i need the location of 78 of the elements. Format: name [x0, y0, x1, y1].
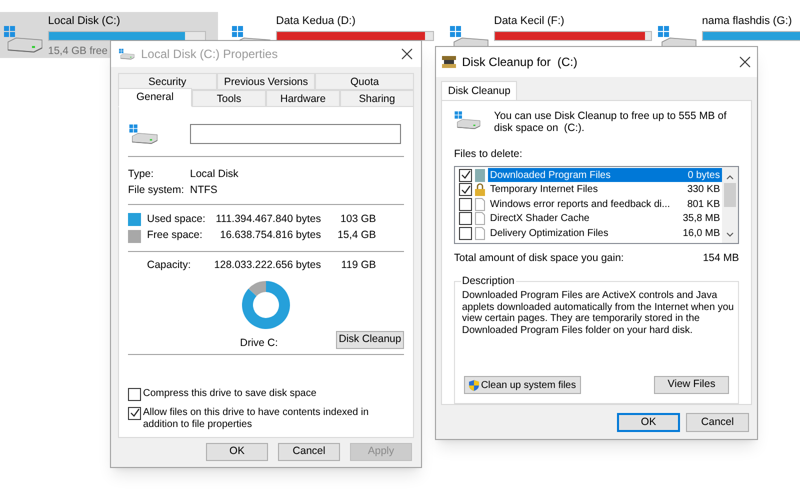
- free-space-text: 15,4 GB free: [48, 44, 108, 58]
- disk-cleanup-icon: [442, 56, 456, 68]
- checkbox[interactable]: [459, 226, 472, 240]
- description-text: Downloaded Program Files are ActiveX controls and Java applets downloaded automatically from the Internet when you view certain pages. They are temporarily stored in the Downloaded Program Files folder on your hard disk.: [462, 290, 735, 336]
- field-label: Type:: [128, 167, 155, 182]
- space-label: Used space:: [147, 212, 206, 228]
- checkbox[interactable]: [459, 183, 472, 196]
- list-item[interactable]: Downloaded Program Files 0 bytes: [488, 168, 722, 182]
- name-field[interactable]: [190, 124, 401, 144]
- tab[interactable]: Sharing: [340, 90, 414, 107]
- tab[interactable]: Quota: [315, 73, 414, 90]
- space-label: Capacity:: [147, 258, 192, 274]
- list-item[interactable]: Windows error reports and feedback di... 801 KB: [488, 197, 722, 211]
- file-size: 16,0 MB: [682, 226, 720, 240]
- file-size: 801 KB: [687, 198, 720, 212]
- checkbox[interactable]: [459, 212, 472, 225]
- drive-icon: [119, 48, 135, 60]
- file-name: Windows error reports and feedback di...: [490, 198, 672, 212]
- drive-icon: [454, 110, 482, 130]
- dialog-button[interactable]: Cancel: [686, 413, 749, 432]
- drive-icon: [4, 24, 44, 54]
- checkbox-label: Compress this drive to save disk space: [143, 388, 318, 400]
- dialog-button[interactable]: Cancel: [278, 443, 340, 461]
- size-value: 15,4 GB: [336, 228, 376, 244]
- list-item[interactable]: DirectX Shader Cache 35,8 MB: [488, 212, 722, 226]
- tab[interactable]: Security: [118, 73, 217, 90]
- file-size: 0 bytes: [688, 168, 720, 182]
- view-files-button[interactable]: View Files: [654, 376, 729, 394]
- checkbox[interactable]: [128, 388, 141, 401]
- close-icon[interactable]: [739, 56, 751, 68]
- dialog-button[interactable]: OK: [617, 413, 680, 432]
- checkbox[interactable]: [128, 406, 141, 420]
- file-name: Delivery Optimization Files: [490, 226, 610, 240]
- file-name: Temporary Internet Files: [490, 183, 599, 197]
- tab[interactable]: General: [118, 88, 192, 107]
- total-value: 154 MB: [702, 251, 739, 266]
- tab[interactable]: Hardware: [266, 90, 340, 107]
- file-name: DirectX Shader Cache: [490, 212, 590, 226]
- close-icon[interactable]: [401, 48, 413, 60]
- section-label: Files to delete:: [454, 147, 524, 162]
- checkbox[interactable]: [459, 198, 472, 210]
- lock-icon: [475, 183, 485, 196]
- checkbox[interactable]: [459, 168, 472, 182]
- space-label: Free space:: [147, 228, 204, 244]
- drive-name: Data Kecil (F:): [494, 14, 564, 28]
- tab[interactable]: Tools: [192, 90, 266, 107]
- document-icon: [475, 226, 485, 240]
- shield-icon: [469, 378, 479, 392]
- dialog-button[interactable]: OK: [206, 443, 268, 461]
- tab[interactable]: Previous Versions: [216, 73, 316, 90]
- clean-up-system-files-button[interactable]: Clean up system files: [464, 376, 581, 394]
- drive-label: Drive C:: [240, 336, 278, 352]
- file-size: 330 KB: [687, 183, 720, 197]
- drive-icon: [128, 123, 160, 145]
- scrollbar[interactable]: [722, 166, 738, 244]
- size-value: 103 GB: [339, 212, 376, 228]
- field-value: Local Disk: [190, 167, 238, 182]
- drive-name: nama flashdis (G:): [702, 14, 792, 28]
- total-label: Total amount of disk space you gain:: [454, 251, 625, 266]
- file-name: Downloaded Program Files: [490, 168, 612, 182]
- list-item[interactable]: Temporary Internet Files 330 KB: [488, 182, 722, 196]
- document-icon: [475, 212, 485, 225]
- disk-cleanup-button[interactable]: Disk Cleanup: [336, 331, 404, 350]
- tab[interactable]: Disk Cleanup: [441, 81, 518, 100]
- drive-name: Local Disk (C:): [48, 14, 120, 28]
- folder-icon: [475, 168, 485, 182]
- drive-name: Data Kedua (D:): [276, 14, 356, 28]
- size-value: 119 GB: [340, 258, 376, 274]
- field-label: File system:: [128, 183, 186, 198]
- byte-count: 128.033.222.656 bytes: [213, 258, 321, 274]
- byte-count: 16.638.754.816 bytes: [218, 228, 321, 244]
- document-icon: [475, 198, 485, 210]
- checkbox-label: Allow files on this drive to have contents indexed in addition to file properties: [143, 406, 370, 431]
- byte-count: 111.394.467.840 bytes: [214, 212, 321, 228]
- intro-text: You can use Disk Cleanup to free up to 555 MB of disk space on (C:).: [494, 110, 728, 134]
- file-size: 35,8 MB: [682, 212, 720, 226]
- list-item[interactable]: Delivery Optimization Files 16,0 MB: [488, 226, 722, 240]
- field-value: NTFS: [190, 183, 218, 198]
